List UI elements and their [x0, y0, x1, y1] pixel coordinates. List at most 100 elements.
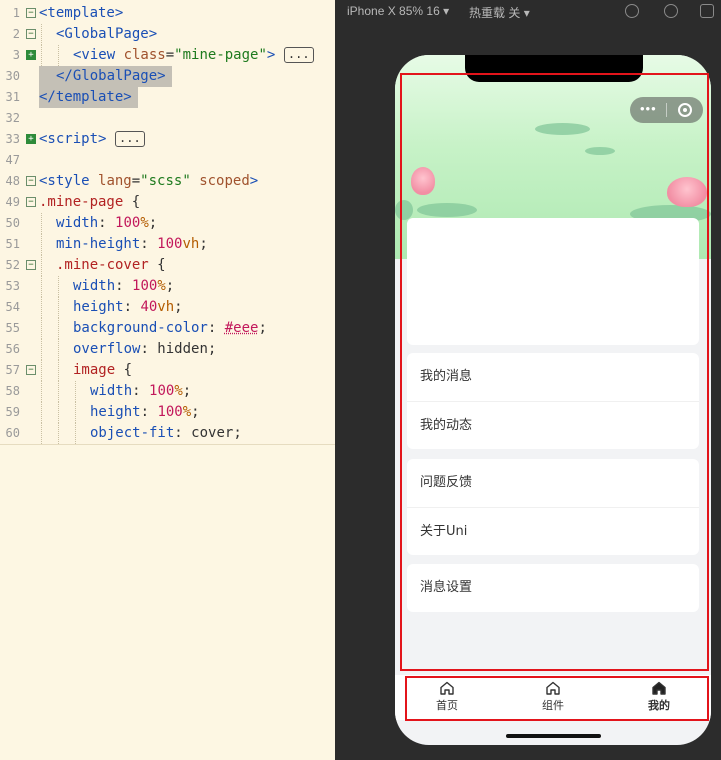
- code-line[interactable]: 49− .mine-page {: [0, 192, 335, 213]
- folded-code-button[interactable]: ...: [283, 47, 314, 63]
- code-text: width: 100%;: [90, 381, 191, 402]
- indent-guide: [41, 213, 42, 234]
- code-line[interactable]: 56 overflow: hidden;: [0, 339, 335, 360]
- code-token: :: [207, 320, 225, 336]
- code-token: %: [182, 404, 192, 420]
- menu-item[interactable]: 我的动态: [407, 401, 699, 449]
- code-token: vh: [157, 299, 175, 315]
- code-token: %: [174, 383, 183, 399]
- indent-guide: [58, 423, 59, 444]
- code-editor[interactable]: 1− <template> 2− <GlobalPage> 3 + <view class=…: [0, 0, 335, 760]
- code-token: height: [90, 404, 141, 420]
- code-line[interactable]: 58 width: 100%;: [0, 381, 335, 402]
- menu-item[interactable]: 我的消息: [407, 353, 699, 401]
- line-number: 51: [5, 237, 20, 251]
- line-number: 53: [5, 279, 20, 293]
- code-token: 100: [115, 215, 141, 231]
- indent-guide: [41, 24, 42, 45]
- collapse-fold-icon[interactable]: −: [26, 365, 36, 375]
- code-area[interactable]: 1− <template> 2− <GlobalPage> 3 + <view class=…: [0, 0, 335, 445]
- code-token: :: [115, 278, 133, 294]
- close-target-icon[interactable]: [678, 103, 692, 117]
- chevron-down-icon: ▾: [443, 4, 450, 18]
- code-line[interactable]: 32: [0, 108, 335, 129]
- window-icon[interactable]: [700, 4, 714, 18]
- menu-item[interactable]: 问题反馈: [407, 459, 699, 507]
- code-token: 100: [132, 278, 158, 294]
- hot-reload-select[interactable]: 热重载 关 ▾: [469, 4, 530, 21]
- code-token: :: [140, 236, 158, 252]
- code-token: ;: [174, 299, 183, 315]
- tab-item[interactable]: 我的: [629, 681, 689, 713]
- home-filled-icon: [651, 681, 667, 695]
- menu-item[interactable]: 关于Uni: [407, 507, 699, 555]
- code-token: :: [132, 383, 150, 399]
- line-number: 52: [5, 258, 20, 272]
- line-number: 31: [5, 90, 20, 104]
- code-token: scoped: [199, 173, 250, 189]
- folded-code-button[interactable]: ...: [114, 131, 145, 147]
- code-token: .mine-cover: [56, 257, 149, 273]
- record-icon[interactable]: [664, 4, 678, 18]
- code-token: <script>: [39, 131, 107, 147]
- code-line[interactable]: 47: [0, 150, 335, 171]
- code-line[interactable]: 54 height: 40vh;: [0, 297, 335, 318]
- code-line[interactable]: 33 + <script> ...: [0, 129, 335, 150]
- code-line[interactable]: 55 background-color: #eee;: [0, 318, 335, 339]
- code-text: height: 100%;: [90, 402, 200, 423]
- tab-item[interactable]: 组件: [523, 681, 583, 713]
- code-line[interactable]: 3 + <view class="mine-page"> ...: [0, 45, 335, 66]
- indent-guide: [58, 318, 59, 339]
- menu-group: 消息设置: [407, 564, 699, 612]
- code-token: ;: [233, 425, 242, 441]
- code-line[interactable]: 48− <style lang="scss" scoped>: [0, 171, 335, 192]
- code-token: ;: [199, 236, 208, 252]
- indent-guide: [41, 381, 42, 402]
- code-token: min-height: [56, 236, 141, 252]
- collapse-fold-icon[interactable]: −: [26, 260, 36, 270]
- code-line[interactable]: 52− .mine-cover {: [0, 255, 335, 276]
- collapse-fold-icon[interactable]: −: [26, 197, 36, 207]
- code-line[interactable]: 1− <template>: [0, 3, 335, 24]
- simulator-toolbar: iPhone X 85% 16 ▾ 热重载 关 ▾: [335, 0, 721, 24]
- code-line[interactable]: 53 width: 100%;: [0, 276, 335, 297]
- mini-program-capsule[interactable]: •••: [630, 97, 703, 123]
- lotus-flower: [411, 167, 435, 195]
- code-line[interactable]: 59 height: 100%;: [0, 402, 335, 423]
- device-label: iPhone X 85% 16: [347, 4, 440, 18]
- code-line[interactable]: 51 min-height: 100vh;: [0, 234, 335, 255]
- expand-fold-icon[interactable]: +: [26, 50, 36, 60]
- indent-guide: [41, 255, 42, 276]
- code-token: ;: [182, 383, 192, 399]
- code-token: width: [90, 383, 133, 399]
- code-line[interactable]: 31 </template>: [0, 87, 335, 108]
- code-line[interactable]: 30 </GlobalPage>: [0, 66, 335, 87]
- code-token: cover: [191, 425, 234, 441]
- code-line[interactable]: 50 width: 100%;: [0, 213, 335, 234]
- rotate-icon[interactable]: [625, 4, 639, 18]
- line-number: 58: [5, 384, 20, 398]
- code-token: <view: [73, 47, 124, 63]
- line-number: 54: [5, 300, 20, 314]
- home-outline-icon: [439, 681, 455, 695]
- lily-pad: [395, 200, 413, 220]
- code-token: ;: [207, 341, 217, 357]
- code-token: 100: [157, 404, 183, 420]
- code-line[interactable]: 2− <GlobalPage>: [0, 24, 335, 45]
- code-token: %: [140, 215, 149, 231]
- expand-fold-icon[interactable]: +: [26, 134, 36, 144]
- more-icon[interactable]: •••: [640, 102, 657, 116]
- collapse-fold-icon[interactable]: −: [26, 29, 36, 39]
- code-text: width: 100%;: [73, 276, 174, 297]
- collapse-fold-icon[interactable]: −: [26, 8, 36, 18]
- menu-item[interactable]: 消息设置: [407, 564, 699, 612]
- device-select[interactable]: iPhone X 85% 16 ▾: [347, 4, 449, 18]
- code-line[interactable]: 60 object-fit: cover;: [0, 423, 335, 444]
- line-number: 55: [5, 321, 20, 335]
- code-token: %: [157, 278, 166, 294]
- code-line[interactable]: 57− image {: [0, 360, 335, 381]
- code-text: min-height: 100vh;: [56, 234, 208, 255]
- code-token: :: [174, 425, 192, 441]
- collapse-fold-icon[interactable]: −: [26, 176, 36, 186]
- tab-item[interactable]: 首页: [417, 681, 477, 713]
